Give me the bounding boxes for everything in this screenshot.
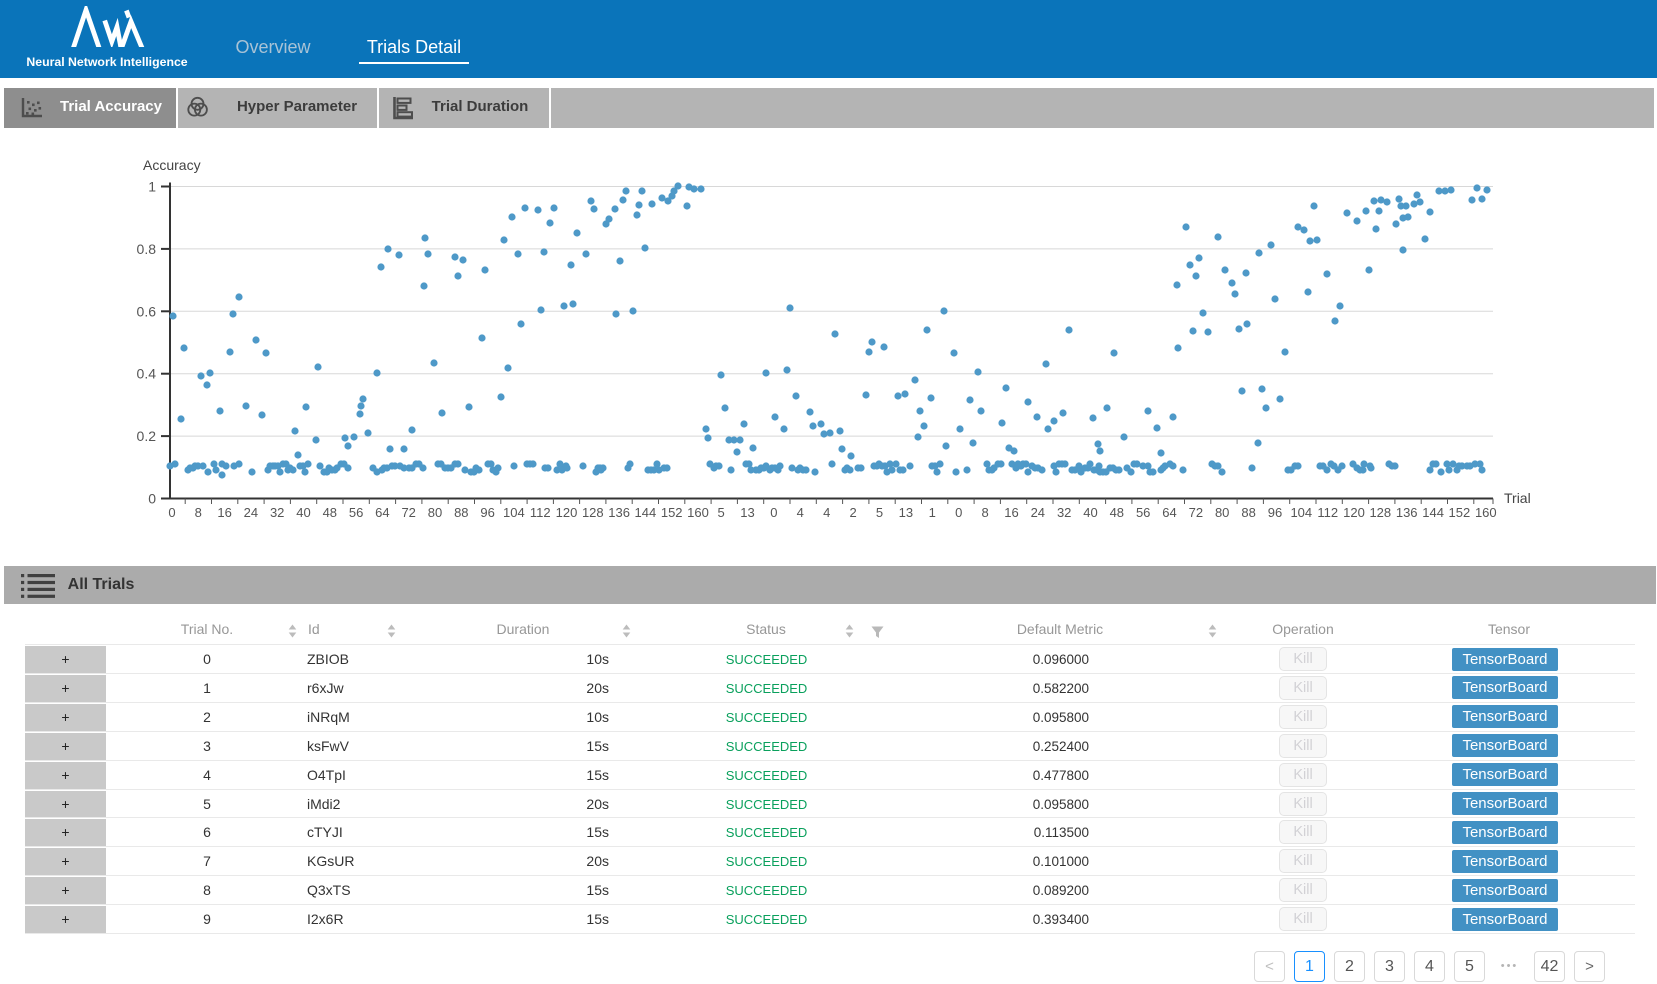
svg-text:Accuracy: Accuracy: [143, 157, 201, 173]
svg-text:8: 8: [981, 505, 988, 520]
svg-text:80: 80: [428, 505, 442, 520]
svg-text:0.6: 0.6: [137, 303, 157, 319]
svg-text:136: 136: [1396, 505, 1418, 520]
svg-text:1: 1: [929, 505, 936, 520]
svg-text:88: 88: [454, 505, 468, 520]
svg-text:152: 152: [661, 505, 683, 520]
svg-text:56: 56: [1136, 505, 1150, 520]
svg-text:112: 112: [530, 505, 551, 520]
svg-text:1: 1: [148, 179, 156, 195]
svg-text:40: 40: [1083, 505, 1097, 520]
svg-text:0.4: 0.4: [137, 366, 157, 382]
svg-text:16: 16: [217, 505, 231, 520]
svg-text:144: 144: [635, 505, 657, 520]
svg-text:128: 128: [1369, 505, 1391, 520]
svg-text:5: 5: [717, 505, 724, 520]
svg-text:104: 104: [503, 505, 525, 520]
svg-text:80: 80: [1215, 505, 1229, 520]
svg-text:0: 0: [168, 505, 175, 520]
svg-text:5: 5: [876, 505, 883, 520]
svg-text:0: 0: [770, 505, 777, 520]
svg-text:24: 24: [244, 505, 258, 520]
svg-text:144: 144: [1422, 505, 1444, 520]
svg-text:56: 56: [349, 505, 363, 520]
svg-text:48: 48: [1110, 505, 1124, 520]
svg-text:13: 13: [740, 505, 754, 520]
svg-text:152: 152: [1449, 505, 1471, 520]
svg-text:88: 88: [1241, 505, 1255, 520]
svg-text:24: 24: [1031, 505, 1045, 520]
svg-text:104: 104: [1290, 505, 1312, 520]
svg-text:48: 48: [323, 505, 337, 520]
svg-text:8: 8: [195, 505, 202, 520]
svg-text:72: 72: [401, 505, 415, 520]
svg-text:128: 128: [582, 505, 604, 520]
svg-text:32: 32: [1057, 505, 1071, 520]
svg-text:120: 120: [1343, 505, 1365, 520]
svg-text:0: 0: [148, 491, 156, 507]
svg-text:0: 0: [955, 505, 962, 520]
svg-text:32: 32: [270, 505, 284, 520]
svg-text:96: 96: [1268, 505, 1282, 520]
svg-text:13: 13: [899, 505, 913, 520]
svg-text:136: 136: [608, 505, 630, 520]
svg-text:64: 64: [375, 505, 389, 520]
svg-text:Trial: Trial: [1504, 490, 1531, 506]
svg-text:4: 4: [823, 505, 830, 520]
svg-text:96: 96: [480, 505, 494, 520]
svg-text:112: 112: [1317, 505, 1338, 520]
svg-text:16: 16: [1004, 505, 1018, 520]
svg-text:0.2: 0.2: [137, 428, 157, 444]
svg-text:160: 160: [1475, 505, 1497, 520]
svg-text:64: 64: [1162, 505, 1176, 520]
svg-text:4: 4: [797, 505, 804, 520]
svg-text:2: 2: [849, 505, 856, 520]
svg-text:120: 120: [556, 505, 578, 520]
svg-text:40: 40: [296, 505, 310, 520]
svg-text:72: 72: [1189, 505, 1203, 520]
svg-text:0.8: 0.8: [137, 241, 157, 257]
svg-text:160: 160: [687, 505, 709, 520]
